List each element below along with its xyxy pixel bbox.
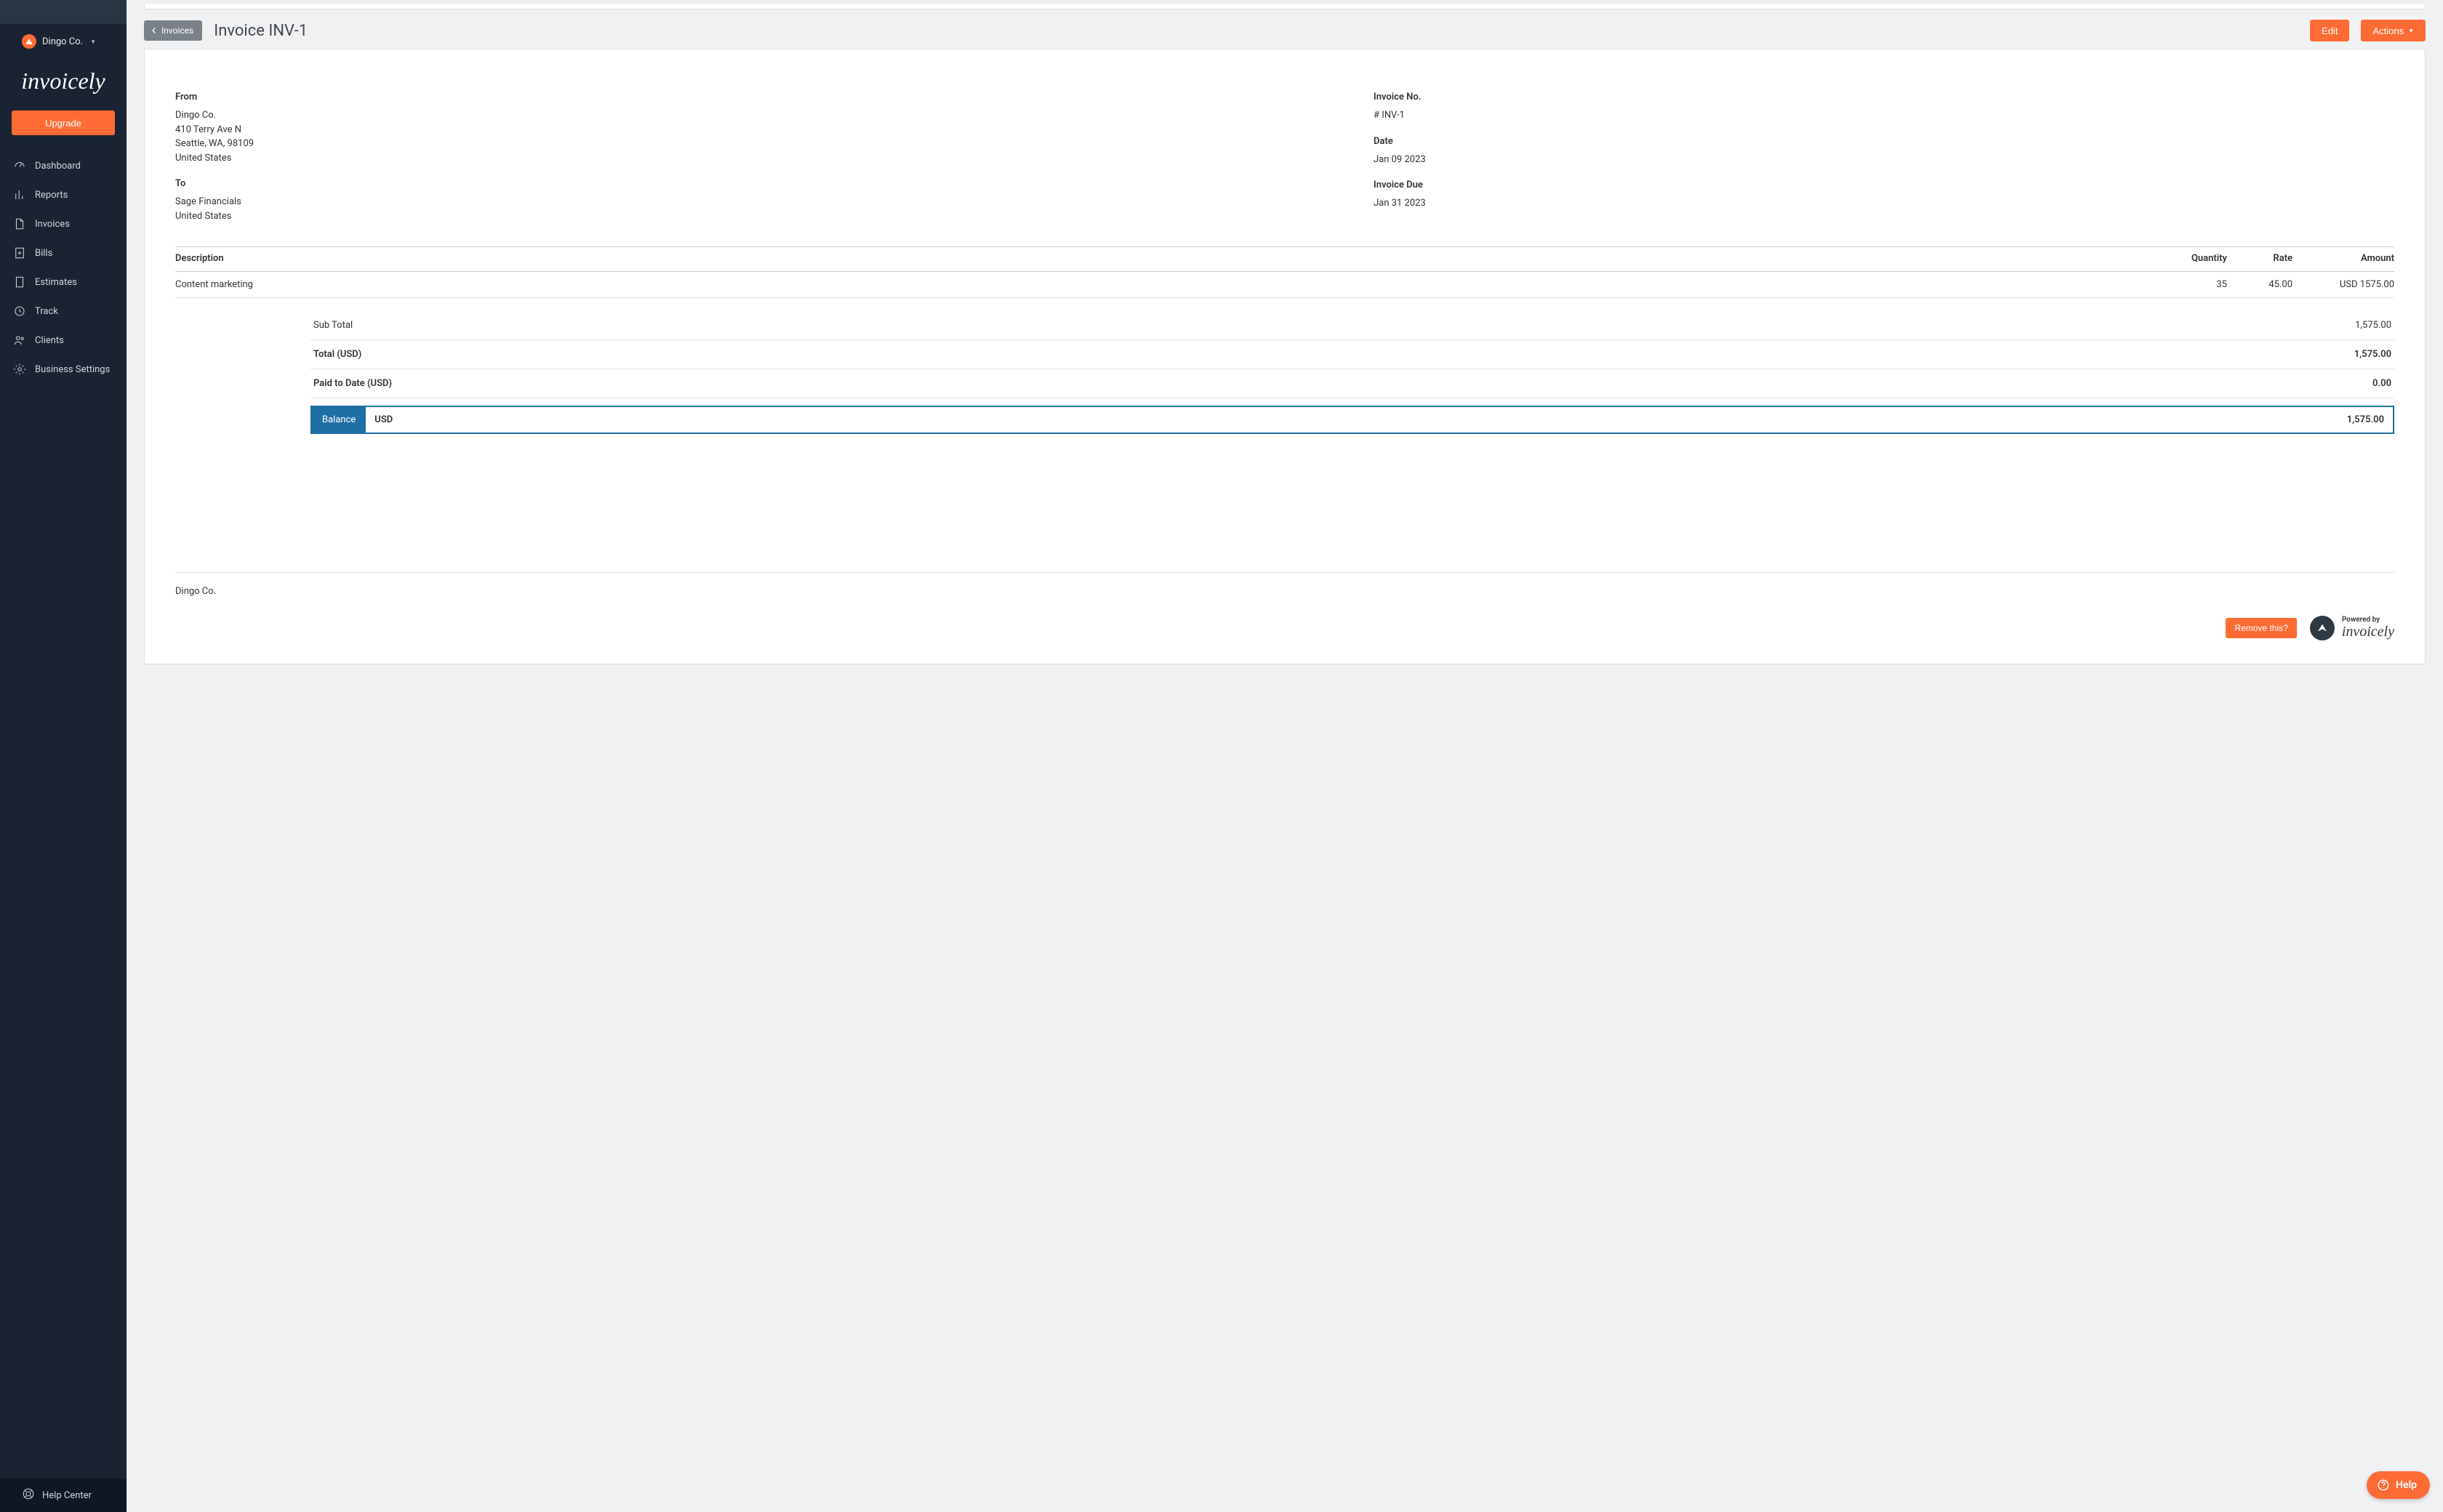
help-widget-button[interactable]: Help [2367,1471,2430,1499]
to-title: To [175,178,1373,189]
help-center-link[interactable]: Help Center [0,1479,127,1512]
content-scroll[interactable]: From Dingo Co. 410 Terry Ave N Seattle, … [127,49,2443,1512]
invoice-card: From Dingo Co. 410 Terry Ave N Seattle, … [144,49,2426,664]
col-rate: Rate [2227,247,2292,272]
from-addr2: Seattle, WA, 98109 [175,137,1373,151]
actions-button[interactable]: Actions ▼ [2361,20,2426,41]
powered-by-link[interactable]: Powered by invoicely [2310,616,2394,640]
sidebar-item-label: Clients [35,335,64,346]
question-circle-icon [2377,1479,2390,1492]
main: Invoices Invoice INV-1 Edit Actions ▼ Fr… [127,0,2443,1512]
sidebar-item-invoices[interactable]: Invoices [0,209,127,238]
footer-company: Dingo Co. [175,586,2394,597]
chevron-left-icon [150,26,159,35]
actions-label: Actions [2372,25,2404,36]
balance-label: Balance [312,407,366,433]
subtotal-value: 1,575.00 [2290,320,2391,331]
from-name: Dingo Co. [175,108,1373,123]
collapsed-banner [144,4,2426,9]
sidebar-nav: Dashboard Reports Invoices Bills [0,151,127,384]
sidebar: Dingo Co. ▼ invoicely Upgrade Dashboard … [0,0,127,1512]
document-icon [13,276,26,289]
org-name: Dingo Co. [42,36,83,47]
brand-logo[interactable]: invoicely [0,59,127,100]
bar-chart-icon [13,188,26,201]
col-description: Description [175,247,2162,272]
paid-value: 0.00 [2290,378,2391,389]
gear-icon [13,363,26,376]
bird-icon [2310,616,2335,640]
table-row: Content marketing 35 45.00 USD 1575.00 [175,272,2394,298]
users-icon [13,334,26,347]
from-country: United States [175,151,1373,166]
caret-down-icon: ▼ [2408,28,2414,34]
powered-by-brand: invoicely [2342,624,2394,640]
page-title: Invoice INV-1 [214,22,308,40]
col-amount: Amount [2292,247,2394,272]
help-center-label: Help Center [42,1490,92,1501]
from-title: From [175,92,1373,102]
sidebar-item-label: Reports [35,190,68,201]
sidebar-item-reports[interactable]: Reports [0,180,127,209]
balance-currency: USD [366,407,401,433]
date-title: Date [1373,136,2394,147]
remove-branding-button[interactable]: Remove this? [2226,618,2296,638]
file-icon [13,217,26,230]
sidebar-item-label: Invoices [35,219,70,230]
edit-button[interactable]: Edit [2310,20,2349,41]
clock-icon [13,305,26,318]
invoice-no-value: # INV-1 [1373,108,2394,123]
sidebar-item-label: Business Settings [35,364,110,375]
back-to-invoices-button[interactable]: Invoices [144,20,202,41]
sidebar-topbar [0,0,127,24]
total-label: Total (USD) [313,349,2290,360]
caret-down-icon: ▼ [90,39,96,45]
from-body: Dingo Co. 410 Terry Ave N Seattle, WA, 9… [175,108,1373,165]
col-quantity: Quantity [2162,247,2227,272]
gauge-icon [13,159,26,172]
total-value: 1,575.00 [2290,349,2391,360]
paid-label: Paid to Date (USD) [313,378,2290,389]
page-header: Invoices Invoice INV-1 Edit Actions ▼ [127,9,2443,49]
cell-description: Content marketing [175,272,2162,298]
sidebar-item-label: Dashboard [35,161,81,172]
cell-rate: 45.00 [2227,272,2292,298]
subtotal-label: Sub Total [313,320,2290,331]
sidebar-item-track[interactable]: Track [0,297,127,326]
help-widget-label: Help [2396,1479,2417,1491]
org-logo-icon [22,34,36,49]
to-name: Sage Financials [175,195,1373,209]
to-country: United States [175,209,1373,224]
from-addr1: 410 Terry Ave N [175,123,1373,137]
cell-amount: USD 1575.00 [2292,272,2394,298]
invoice-no-title: Invoice No. [1373,92,2394,102]
org-picker[interactable]: Dingo Co. ▼ [0,24,127,59]
sidebar-item-label: Track [35,306,58,317]
sidebar-item-estimates[interactable]: Estimates [0,268,127,297]
balance-value: 1,575.00 [401,407,2393,433]
line-items-table: Description Quantity Rate Amount Content… [175,246,2394,298]
sidebar-item-dashboard[interactable]: Dashboard [0,151,127,180]
sidebar-item-business-settings[interactable]: Business Settings [0,355,127,384]
back-label: Invoices [161,25,193,36]
date-value: Jan 09 2023 [1373,153,2394,167]
sidebar-item-label: Bills [35,248,52,259]
due-value: Jan 31 2023 [1373,196,2394,211]
file-plus-icon [13,246,26,260]
due-title: Invoice Due [1373,180,2394,190]
to-body: Sage Financials United States [175,195,1373,223]
lifebuoy-icon [22,1487,35,1503]
balance-row: Balance USD 1,575.00 [310,406,2394,434]
sidebar-item-label: Estimates [35,277,77,288]
upgrade-button[interactable]: Upgrade [12,110,115,135]
totals: Sub Total 1,575.00 Total (USD) 1,575.00 … [310,311,2394,434]
cell-quantity: 35 [2162,272,2227,298]
sidebar-item-clients[interactable]: Clients [0,326,127,355]
sidebar-item-bills[interactable]: Bills [0,238,127,268]
